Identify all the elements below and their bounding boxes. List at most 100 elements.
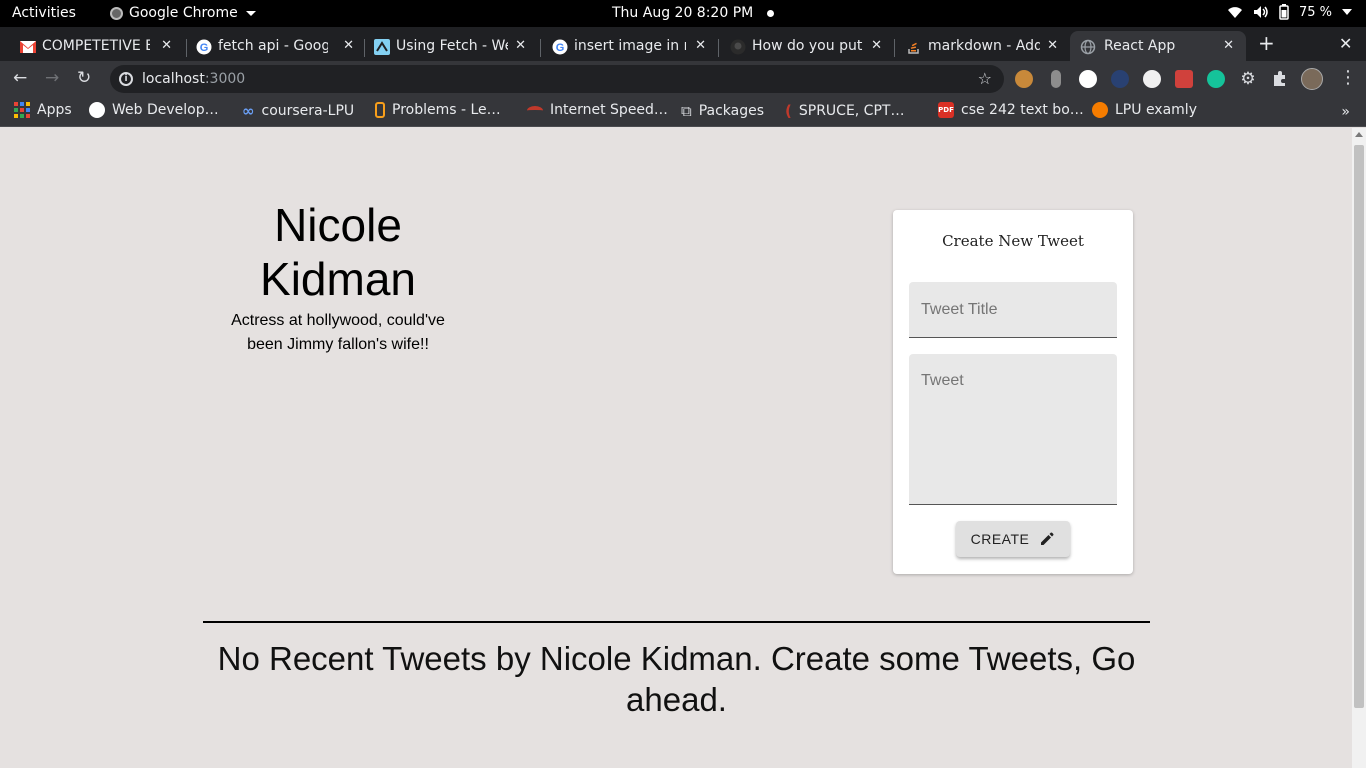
- more-menu-icon[interactable]: ⋮: [1339, 69, 1357, 87]
- clock-label: Thu Aug 20 8:20 PM: [612, 5, 754, 21]
- tweet-body-input[interactable]: [909, 354, 1117, 504]
- coursera-icon: ∞: [242, 102, 255, 120]
- examly-icon: [1092, 102, 1108, 118]
- extension-icon[interactable]: [1051, 70, 1061, 88]
- feed-divider: [203, 621, 1150, 623]
- gear-icon[interactable]: ⚙: [1239, 70, 1257, 88]
- bookmark-lpu-examly[interactable]: LPU examly: [1092, 102, 1197, 118]
- leetcode-icon: [375, 102, 385, 118]
- extensions-puzzle-icon[interactable]: [1271, 70, 1289, 88]
- google-icon: G: [196, 39, 212, 55]
- wifi-icon: [1227, 7, 1242, 18]
- create-tweet-card: Create New Tweet CREATE: [893, 210, 1133, 574]
- tab-separator: [718, 39, 719, 57]
- bookmark-label: Web Develop…: [112, 102, 219, 118]
- user-profile: Nicole Kidman Actress at hollywood, coul…: [222, 198, 454, 357]
- tab-close-icon[interactable]: ✕: [871, 38, 882, 53]
- pdf-icon: PDF: [938, 102, 954, 118]
- create-tweet-button[interactable]: CREATE: [956, 521, 1070, 557]
- tab-close-icon[interactable]: ✕: [515, 38, 526, 53]
- tab-title: Using Fetch - We: [396, 38, 508, 54]
- spruce-icon: (: [785, 102, 792, 120]
- bookmark-packages[interactable]: ⧉ Packages: [681, 102, 764, 120]
- create-tweet-heading: Create New Tweet: [942, 232, 1084, 250]
- extension-icon[interactable]: [1175, 70, 1193, 88]
- tab-react-app[interactable]: React App ✕: [1070, 31, 1246, 61]
- pencil-icon: [1041, 532, 1054, 545]
- reload-button[interactable]: ↻: [77, 70, 91, 87]
- tab-competetive[interactable]: COMPETETIVE E ✕: [20, 31, 180, 61]
- tab-separator: [186, 39, 187, 57]
- bookmark-star-icon[interactable]: ☆: [978, 69, 992, 88]
- browser-toolbar: ← → ↻ i localhost:3000 ☆ ⚙ ⋮: [0, 61, 1366, 97]
- svg-text:G: G: [556, 42, 565, 54]
- scrollbar-thumb[interactable]: [1354, 145, 1364, 708]
- tab-separator: [364, 39, 365, 57]
- tab-title: COMPETETIVE E: [42, 38, 150, 54]
- tab-using-fetch[interactable]: Using Fetch - We ✕: [374, 31, 534, 61]
- grammarly-extension-icon[interactable]: [1207, 70, 1225, 88]
- window-close-button[interactable]: ✕: [1339, 34, 1352, 53]
- globe-icon: [1080, 39, 1096, 55]
- tab-fetch-api[interactable]: G fetch api - Googl ✕: [196, 31, 362, 61]
- tab-close-icon[interactable]: ✕: [343, 38, 354, 53]
- profile-name: Nicole Kidman: [260, 199, 416, 305]
- bookmark-label: Problems - Le…: [392, 102, 501, 118]
- activities-button[interactable]: Activities: [12, 5, 76, 21]
- tab-close-icon[interactable]: ✕: [161, 38, 172, 53]
- tab-close-icon[interactable]: ✕: [695, 38, 706, 53]
- power-menu-caret-icon: [1342, 9, 1352, 15]
- tab-insert-image[interactable]: G insert image in re ✕: [552, 31, 714, 61]
- battery-percent: 75 %: [1298, 4, 1332, 20]
- tweet-title-input[interactable]: [909, 282, 1117, 337]
- scroll-up-arrow-icon[interactable]: [1355, 132, 1363, 137]
- url-host: localhost: [142, 71, 205, 87]
- bookmark-label: Internet Speed…: [550, 102, 668, 118]
- forward-button[interactable]: →: [45, 70, 59, 87]
- tab-separator: [894, 39, 895, 57]
- bookmark-label: Packages: [698, 103, 765, 119]
- tweet-body-field[interactable]: [909, 354, 1117, 505]
- bookmark-cse-242[interactable]: PDF cse 242 text bo…: [938, 102, 1084, 118]
- bookmark-coursera[interactable]: ∞ coursera-LPU: [242, 102, 354, 120]
- web-dev-icon: [89, 102, 105, 118]
- volume-icon: [1253, 6, 1268, 18]
- tweet-title-field[interactable]: [909, 282, 1117, 338]
- mdn-icon: [374, 39, 390, 55]
- avatar[interactable]: [1301, 68, 1323, 90]
- cookie-extension-icon[interactable]: [1015, 70, 1033, 88]
- clock[interactable]: Thu Aug 20 8:20 PM: [612, 5, 775, 21]
- bookmark-internet-speed[interactable]: Internet Speed…: [527, 102, 668, 118]
- app-menu-label: Google Chrome: [129, 5, 238, 21]
- tab-title: fetch api - Googl: [218, 38, 328, 54]
- svg-text:G: G: [200, 42, 209, 54]
- site-info-icon[interactable]: i: [119, 72, 133, 86]
- tab-markdown[interactable]: markdown - Add ✕: [906, 31, 1066, 61]
- empty-feed-message: No Recent Tweets by Nicole Kidman. Creat…: [217, 640, 1136, 718]
- app-menu[interactable]: Google Chrome: [110, 5, 256, 21]
- bookmark-label: Apps: [37, 102, 72, 118]
- chrome-icon: [110, 6, 123, 20]
- extension-icon[interactable]: [1143, 70, 1161, 88]
- tab-title: markdown - Add: [928, 38, 1040, 54]
- back-button[interactable]: ←: [13, 70, 27, 87]
- tab-title: insert image in re: [574, 38, 686, 54]
- tab-close-icon[interactable]: ✕: [1047, 38, 1058, 53]
- url-port: :3000: [204, 71, 246, 87]
- address-bar[interactable]: i localhost:3000 ☆: [110, 65, 1004, 93]
- bookmark-problems[interactable]: Problems - Le…: [375, 102, 501, 118]
- tab-close-icon[interactable]: ✕: [1223, 38, 1234, 53]
- google-icon: G: [552, 39, 568, 55]
- system-status-area[interactable]: 75 %: [1227, 4, 1352, 20]
- bookmark-apps[interactable]: Apps: [14, 102, 72, 118]
- extension-icon[interactable]: [1079, 70, 1097, 88]
- new-tab-button[interactable]: +: [1258, 33, 1275, 53]
- bookmark-web-develop[interactable]: Web Develop…: [89, 102, 219, 118]
- tab-how-do-you-put[interactable]: How do you put i ✕: [730, 31, 890, 61]
- fedora-extension-icon[interactable]: [1111, 70, 1129, 88]
- page-content: Nicole Kidman Actress at hollywood, coul…: [0, 128, 1352, 768]
- page-scrollbar[interactable]: [1352, 128, 1366, 768]
- external-link-icon: ⧉: [681, 102, 692, 120]
- bookmark-spruce[interactable]: ( SPRUCE, CPT…: [785, 102, 904, 120]
- bookmarks-overflow-chevron-icon[interactable]: »: [1341, 104, 1350, 120]
